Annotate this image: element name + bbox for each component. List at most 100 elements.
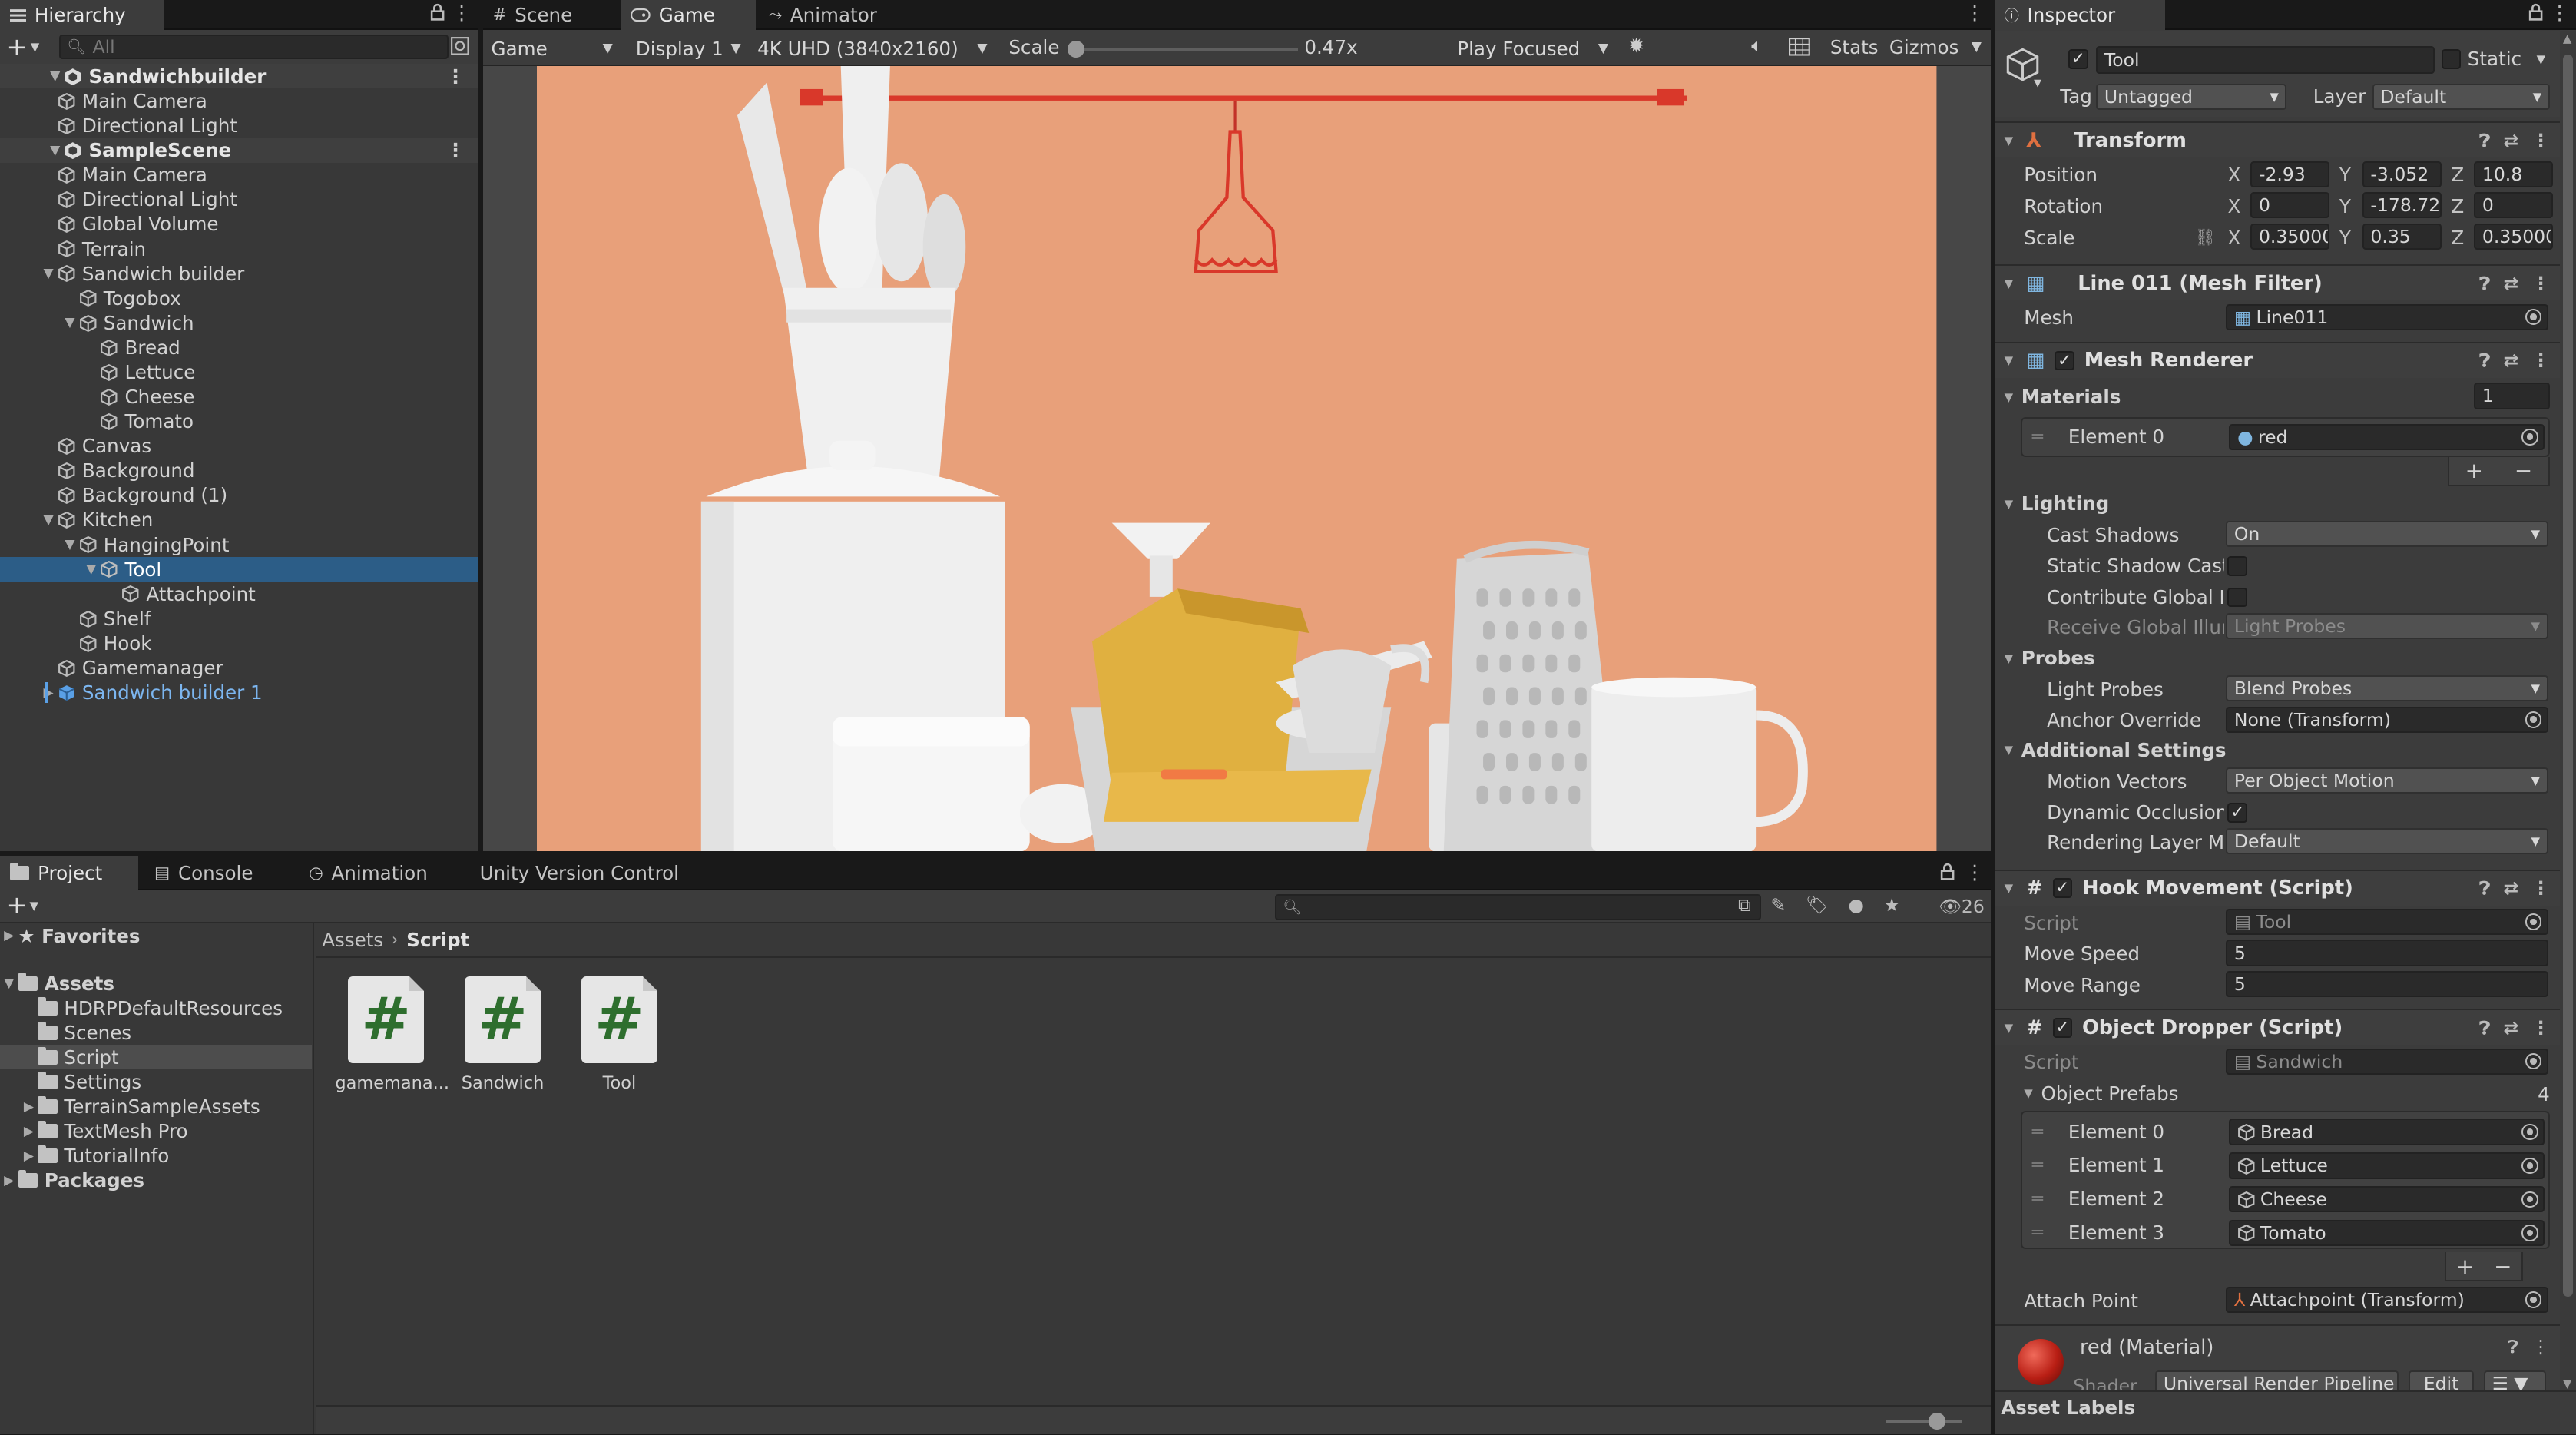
chevron-down-icon[interactable]: ▼	[1972, 39, 1982, 55]
light-probes-dropdown[interactable]: Blend Probes ▼	[2226, 675, 2548, 702]
more-menu-icon[interactable]: ⋮	[446, 65, 465, 88]
mesh-field[interactable]: ▦ Line011	[2226, 303, 2548, 330]
more-menu-icon[interactable]: ⋮	[446, 139, 465, 161]
scene-search-icon[interactable]	[450, 36, 470, 56]
prefab-element-field[interactable]: Tomato	[2229, 1220, 2545, 1247]
chevron-down-icon[interactable]: ▼	[2537, 52, 2546, 66]
object-picker-icon[interactable]	[2525, 309, 2542, 326]
tab-scene[interactable]: # Scene	[483, 0, 618, 30]
anchor-override-field[interactable]: None (Transform)	[2226, 706, 2548, 733]
hierarchy-item[interactable]: Terrain	[0, 237, 478, 261]
material-preview-header[interactable]: red (Material) Shader Universal Render P…	[1994, 1324, 2560, 1390]
asset-folder-row[interactable]: Scenes	[0, 1020, 312, 1045]
help-icon[interactable]: ❓︎	[2479, 273, 2490, 294]
hierarchy-item[interactable]: Hook	[0, 631, 478, 655]
active-checkbox[interactable]: ✓	[2068, 49, 2088, 69]
more-menu-icon[interactable]: ⋮	[2531, 130, 2550, 151]
asset-folder-row[interactable]: Script	[0, 1045, 313, 1070]
hierarchy-item[interactable]: Main Camera	[0, 88, 478, 113]
help-icon[interactable]: ❓︎	[2479, 877, 2490, 899]
remove-icon[interactable]: −	[2494, 1254, 2511, 1279]
hierarchy-item[interactable]: ▼ Tool	[0, 557, 478, 582]
object-picker-icon[interactable]	[2521, 1225, 2538, 1241]
hierarchy-item[interactable]: Global Volume	[0, 212, 478, 237]
warning-icon[interactable]: ●	[1848, 894, 1864, 916]
chevron-down-icon[interactable]: ▼	[39, 512, 58, 528]
preset-icon[interactable]: ⇄	[2503, 130, 2518, 151]
asset-folder-row[interactable]: ▶ TutorialInfo	[0, 1144, 312, 1168]
prefab-element-field[interactable]: Lettuce	[2229, 1152, 2545, 1179]
hook-enabled-checkbox[interactable]: ✓	[2052, 878, 2073, 898]
hierarchy-item[interactable]: Attachpoint	[0, 582, 478, 606]
tag-dropdown[interactable]: Untagged ▼	[2096, 84, 2287, 111]
drag-handle-icon[interactable]: ═	[2032, 1121, 2043, 1142]
play-mode-dropdown[interactable]: Play Focused ▼	[1449, 35, 1617, 62]
splitter-vertical-left[interactable]	[478, 0, 483, 851]
hierarchy-item[interactable]: Canvas	[0, 434, 478, 459]
grid-toggle-icon[interactable]	[1789, 38, 1811, 56]
static-checkbox[interactable]	[2441, 49, 2462, 69]
hierarchy-item[interactable]: ▼ Kitchen	[0, 508, 478, 532]
scale-slider-handle[interactable]	[1068, 41, 1084, 58]
layer-dropdown[interactable]: Default ▼	[2372, 84, 2550, 111]
drag-handle-icon[interactable]: ═	[2032, 1221, 2043, 1243]
splitter-horizontal[interactable]	[0, 851, 1992, 857]
move-range-input[interactable]: 5	[2226, 971, 2548, 998]
probes-section[interactable]: ▼ Probes	[1995, 642, 2560, 674]
tab-animation[interactable]: ◷ Animation	[299, 856, 463, 890]
chevron-right-icon[interactable]: ▶	[0, 1173, 18, 1188]
star-icon[interactable]: ★	[1884, 894, 1900, 916]
help-icon[interactable]: ❓︎	[2479, 130, 2490, 151]
object-picker-icon[interactable]	[2521, 1123, 2538, 1141]
tab-game[interactable]: Game	[621, 0, 756, 30]
transform-rotation-x-input[interactable]: 0	[2250, 192, 2330, 219]
transform-scale-y-input[interactable]: 0.35	[2362, 223, 2442, 250]
tag-icon[interactable]: 🏷︎	[1806, 894, 1829, 916]
chevron-right-icon[interactable]: ▶	[20, 1099, 38, 1115]
motion-vectors-dropdown[interactable]: Per Object Motion ▼	[2226, 767, 2548, 794]
chevron-down-icon[interactable]: ▼	[2034, 78, 2041, 89]
object-picker-icon[interactable]	[2521, 1191, 2538, 1208]
breadcrumb-script[interactable]: Script	[406, 929, 469, 951]
search-by-type-icon[interactable]: ⧉	[1738, 894, 1751, 916]
more-menu-icon[interactable]: ⋮	[452, 2, 472, 25]
transform-header[interactable]: ▼ ⅄ Transform ❓︎ ⇄ ⋮	[1994, 121, 2560, 158]
add-icon[interactable]: +	[7, 32, 28, 61]
chevron-down-icon[interactable]: ▼	[61, 315, 79, 330]
help-icon[interactable]: ❓︎	[2479, 350, 2490, 371]
hidden-count[interactable]: 👁︎26	[1939, 896, 1985, 917]
object-picker-icon[interactable]	[2521, 429, 2538, 446]
object-picker-icon[interactable]	[2521, 1157, 2538, 1175]
hierarchy-item[interactable]: Tomato	[0, 409, 478, 434]
scroll-down-icon[interactable]: ▼	[2563, 1377, 2572, 1390]
bug-icon[interactable]: ✹	[1628, 35, 1645, 58]
preset-icon[interactable]: ⇄	[2503, 273, 2518, 294]
prefab-element-field[interactable]: Bread	[2229, 1119, 2545, 1145]
more-menu-icon[interactable]: ⋮	[2531, 350, 2550, 371]
drag-handle-icon[interactable]: ═	[2032, 1188, 2043, 1209]
lock-icon[interactable]	[1940, 863, 1955, 881]
tab-console[interactable]: ▤ Console	[144, 856, 293, 890]
attach-point-field[interactable]: ⅄ Attachpoint (Transform)	[2226, 1286, 2548, 1314]
prefab-element-field[interactable]: Cheese	[2229, 1186, 2545, 1213]
material-list-menu[interactable]: ☰ ▼	[2484, 1370, 2547, 1390]
hierarchy-item[interactable]: Lettuce	[0, 360, 478, 384]
chevron-right-icon[interactable]: ▶	[39, 685, 58, 701]
hierarchy-item[interactable]: ▶ Sandwich builder 1	[0, 681, 478, 705]
lock-icon[interactable]	[430, 3, 445, 22]
scrollbar-thumb[interactable]	[2562, 54, 2573, 1297]
packages-row[interactable]: ▶ Packages	[0, 1168, 312, 1193]
material-edit-button[interactable]: Edit	[2408, 1370, 2475, 1390]
stats-button[interactable]: Stats	[1830, 36, 1879, 58]
more-menu-icon[interactable]: ⋮	[2531, 273, 2550, 294]
asset-folder-row[interactable]: HDRPDefaultResources	[0, 996, 312, 1020]
help-icon[interactable]: ❓︎	[2508, 1336, 2518, 1357]
assets-row[interactable]: ▼ Assets	[0, 971, 312, 996]
tab-version-control[interactable]: Unity Version Control	[470, 856, 684, 890]
chevron-down-icon[interactable]: ▼	[46, 143, 65, 158]
tab-hierarchy[interactable]: Hierarchy	[0, 0, 164, 30]
chevron-right-icon[interactable]: ▶	[20, 1124, 38, 1139]
asset-gamemanager-script[interactable]: # gamemana...	[335, 976, 449, 1093]
hierarchy-item[interactable]: Bread	[0, 335, 478, 360]
tab-inspector[interactable]: ⓘ Inspector	[1994, 0, 2166, 30]
